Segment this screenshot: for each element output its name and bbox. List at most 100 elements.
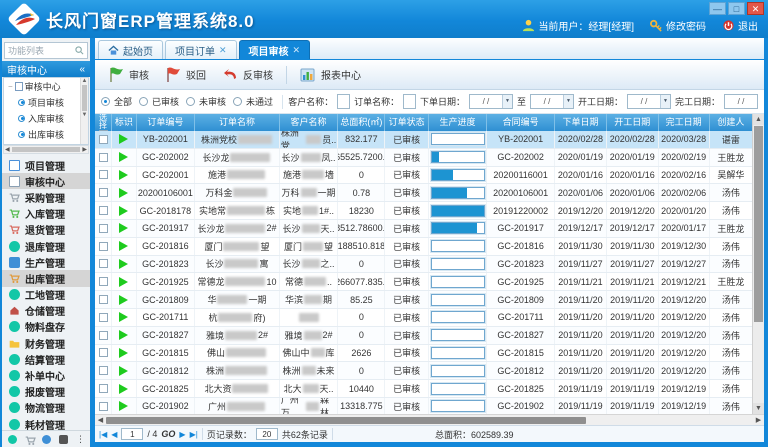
tree-item-出库审核[interactable]: 出库审核 — [4, 126, 88, 142]
row-checkbox[interactable] — [99, 224, 108, 233]
calendar-dropdown-icon[interactable]: ▼ — [563, 95, 573, 108]
table-row[interactable]: GC-201816厦门望厦门望188510.818已审核GC-201816201… — [95, 238, 753, 256]
sidebar-item-物料盘存[interactable]: 物料盘存 — [2, 319, 90, 335]
close-tab-icon[interactable]: ✕ — [293, 45, 301, 56]
row-checkbox[interactable] — [99, 277, 108, 286]
table-row[interactable]: GC-201925常德龙10常德..266077.835..已审核GC-2019… — [95, 273, 753, 291]
tree-horizontal-scrollbar[interactable]: ◀▶ — [3, 145, 89, 154]
column-header-总面积(㎡)[interactable]: 总面积(㎡) — [338, 114, 385, 131]
table-row[interactable]: 20200106001万科金万科一期0.78已审核202001060012020… — [95, 184, 753, 202]
sidebar-item-补单中心[interactable]: 补单中心 — [2, 367, 90, 383]
sidebar-item-仓储管理[interactable]: 仓储管理 — [2, 303, 90, 319]
scroll-left-icon[interactable]: ◀ — [5, 146, 10, 153]
column-header-订单状态[interactable]: 订单状态 — [385, 114, 428, 131]
more-options-icon[interactable]: ⋮ — [76, 434, 84, 445]
tree-vertical-scrollbar[interactable]: ▲▼ — [80, 78, 88, 144]
scroll-up-icon[interactable]: ▲ — [753, 114, 764, 125]
table-row[interactable]: GC-201902广州广州万森林13318.775已审核GC-201902201… — [95, 398, 753, 414]
table-row[interactable]: GC-2018178实地常栋实地1#..18230已审核201912200022… — [95, 202, 753, 220]
order-name-input[interactable] — [403, 94, 416, 109]
table-row[interactable]: GC-202001施港施港墙0已审核202001160012020/01/162… — [95, 167, 753, 185]
sidebar-item-退库管理[interactable]: 退库管理 — [2, 238, 90, 254]
sidebar-item-物流管理[interactable]: 物流管理 — [2, 400, 90, 416]
row-checkbox[interactable] — [99, 366, 108, 375]
scroll-right-icon[interactable]: ▶ — [753, 416, 764, 424]
scroll-right-icon[interactable]: ▶ — [82, 146, 87, 153]
tree-item-入库审核回退[interactable]: 入库审核回退 — [4, 142, 88, 145]
table-row[interactable]: GC-201827雅境2#雅境2#0已审核GC-2018272019/11/20… — [95, 327, 753, 345]
sidebar-item-生产管理[interactable]: 生产管理 — [2, 254, 90, 270]
table-row[interactable]: GC-201917长沙龙2#长沙天..8512.78600..已审核GC-201… — [95, 220, 753, 238]
sidebar-item-财务管理[interactable]: 财务管理 — [2, 335, 90, 351]
next-page-button[interactable]: ▶ — [179, 430, 185, 439]
order-date-from-input[interactable]: / /▼ — [469, 94, 513, 109]
collapse-panel-icon[interactable]: « — [79, 64, 85, 75]
sidebar-item-出库管理[interactable]: 出库管理 — [2, 270, 90, 286]
calendar-dropdown-icon[interactable]: ▼ — [660, 95, 670, 108]
table-row[interactable]: GC-202002长沙龙长沙凤..65525.7200..已审核GC-20200… — [95, 149, 753, 167]
column-header-开工日期[interactable]: 开工日期 — [607, 114, 659, 131]
sidebar-item-入库管理[interactable]: 入库管理 — [2, 206, 90, 222]
column-header-完工日期[interactable]: 完工日期 — [659, 114, 710, 131]
start-date-input[interactable]: / /▼ — [627, 94, 671, 109]
grid-horizontal-scrollbar[interactable]: ◀ ▶ — [95, 414, 764, 425]
column-header-订单编号[interactable]: 订单编号 — [137, 114, 195, 131]
close-tab-icon[interactable]: ✕ — [219, 45, 227, 56]
finish-date-input[interactable]: / / — [724, 94, 758, 109]
cart-gray-icon[interactable] — [25, 435, 34, 444]
sidebar-item-退货管理[interactable]: 退货管理 — [2, 222, 90, 238]
sidebar-item-采购管理[interactable]: 采购管理 — [2, 189, 90, 205]
scroll-left-icon[interactable]: ◀ — [95, 416, 106, 424]
tree-item-项目审核[interactable]: 项目审核 — [4, 94, 88, 110]
scrollbar-thumb[interactable] — [754, 126, 763, 322]
sidebar-item-结算管理[interactable]: 结算管理 — [2, 351, 90, 367]
row-checkbox[interactable] — [99, 188, 108, 197]
column-header-下单日期[interactable]: 下单日期 — [555, 114, 607, 131]
row-checkbox[interactable] — [99, 170, 108, 179]
radio-unaudited[interactable] — [186, 97, 195, 106]
row-checkbox[interactable] — [99, 348, 108, 357]
table-row[interactable]: GC-201823长沙寓长沙之..0已审核GC-2018232019/11/27… — [95, 256, 753, 274]
sidebar-item-报废管理[interactable]: 报废管理 — [2, 384, 90, 400]
sidebar-item-工地管理[interactable]: 工地管理 — [2, 287, 90, 303]
dot-teal-icon[interactable] — [8, 435, 17, 444]
last-page-button[interactable]: ▶| — [190, 430, 198, 439]
grid-vertical-scrollbar[interactable]: ▲ ▼ — [752, 114, 764, 414]
radio-rejected[interactable] — [233, 97, 242, 106]
column-header-合同编号[interactable]: 合同编号 — [487, 114, 555, 131]
logout-button[interactable]: 退出 — [722, 18, 758, 33]
close-button[interactable]: ✕ — [747, 2, 764, 15]
change-password-button[interactable]: 修改密码 — [650, 18, 706, 33]
go-button[interactable]: GO — [161, 429, 175, 439]
row-checkbox[interactable] — [99, 135, 108, 144]
column-header-选择[interactable]: 选择 — [95, 114, 112, 131]
row-checkbox[interactable] — [99, 242, 108, 251]
column-header-订单名称[interactable]: 订单名称 — [195, 114, 280, 131]
tree-root-node[interactable]: − 审核中心 — [4, 78, 88, 94]
swoosh-blue-icon[interactable] — [42, 435, 51, 444]
person-dark-icon[interactable] — [59, 435, 68, 444]
sidebar-item-审核中心[interactable]: 审核中心 — [2, 173, 90, 189]
row-checkbox[interactable] — [99, 313, 108, 322]
order-date-to-input[interactable]: / /▼ — [530, 94, 574, 109]
minimize-button[interactable]: — — [709, 2, 726, 15]
calendar-dropdown-icon[interactable]: ▼ — [502, 95, 512, 108]
column-header-客户名称[interactable]: 客户名称 — [280, 114, 338, 131]
tree-expander-icon[interactable]: − — [8, 82, 13, 91]
row-checkbox[interactable] — [99, 259, 108, 268]
sidebar-item-项目管理[interactable]: 项目管理 — [2, 157, 90, 173]
column-header-创建人[interactable]: 创建人 — [710, 114, 753, 131]
radio-audited[interactable] — [139, 97, 148, 106]
maximize-button[interactable]: □ — [728, 2, 745, 15]
sidebar-item-耗材管理[interactable]: 耗材管理 — [2, 416, 90, 430]
row-checkbox[interactable] — [99, 206, 108, 215]
table-row[interactable]: YB-202001株洲党校株洲党员..832.177已审核YB-20200120… — [95, 131, 753, 149]
row-checkbox[interactable] — [99, 295, 108, 304]
column-header-标识[interactable]: 标识 — [112, 114, 137, 131]
prev-page-button[interactable]: ◀ — [111, 430, 117, 439]
table-row[interactable]: GC-201809华一期华滨期85.25已审核GC-2018092019/11/… — [95, 291, 753, 309]
report-center-button[interactable]: 报表中心 — [295, 63, 366, 86]
row-checkbox[interactable] — [99, 384, 108, 393]
audit-button[interactable]: 审核 — [103, 63, 154, 86]
page-size-input[interactable]: 20 — [256, 428, 278, 440]
